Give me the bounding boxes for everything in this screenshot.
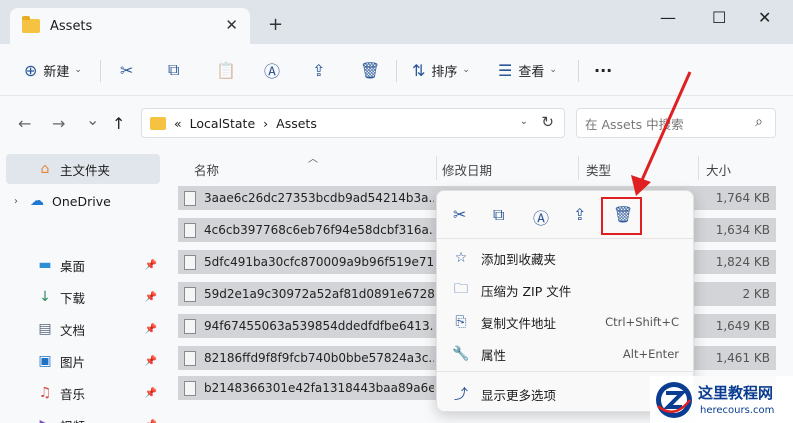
watermark-logo-icon (656, 382, 692, 418)
arrow-head (631, 175, 651, 196)
annotation-arrow (631, 71, 692, 196)
arrow-shaft (640, 71, 692, 181)
watermark: 这里教程网 herecours.com (650, 376, 793, 423)
watermark-title: 这里教程网 (698, 384, 774, 402)
watermark-url: herecours.com (700, 405, 775, 416)
